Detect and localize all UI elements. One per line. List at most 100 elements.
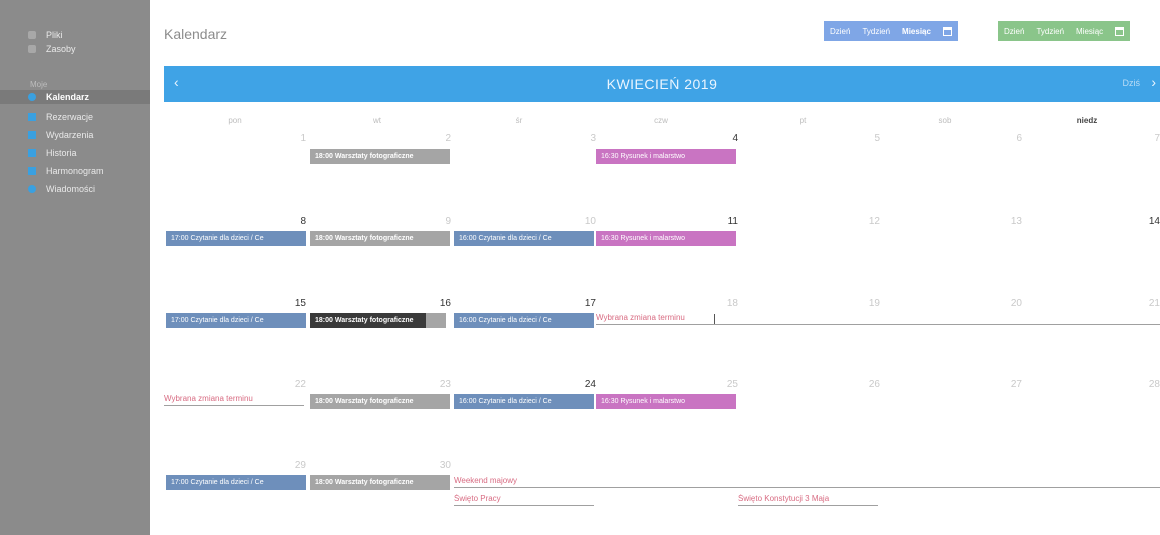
- calendar-text-event[interactable]: Święto Konstytucji 3 Maja: [738, 494, 878, 506]
- calendar-event[interactable]: 16:30 Rysunek i malarstwo: [596, 231, 736, 246]
- day-number[interactable]: 13: [1002, 216, 1022, 227]
- calendar-event[interactable]: 16:00 Czytanie dla dzieci / Ce: [454, 394, 594, 409]
- month-view-button[interactable]: Miesiąc: [896, 21, 937, 41]
- week-view-button[interactable]: Tydzień: [856, 21, 897, 41]
- calendar-app: Pliki Zasoby Moje Kalendarz Rezerwacje W…: [0, 0, 1160, 535]
- day-number[interactable]: 7: [1140, 133, 1160, 144]
- weekday-header: pt: [799, 116, 807, 125]
- today-button[interactable]: Dziś: [1123, 78, 1141, 88]
- history-icon: [28, 149, 36, 157]
- calendar-picker-button[interactable]: [936, 21, 958, 41]
- day-number[interactable]: 29: [286, 460, 306, 471]
- sidebar-section-label: Moje: [30, 80, 48, 89]
- sidebar-item-history[interactable]: Historia: [0, 146, 150, 160]
- file-icon: [28, 31, 36, 39]
- day-number[interactable]: 26: [860, 379, 880, 390]
- weekday-header: niedz: [1076, 116, 1098, 125]
- day-number[interactable]: 20: [1002, 298, 1022, 309]
- bookmark-icon: [28, 113, 36, 121]
- month-view-button-2[interactable]: Miesiąc: [1070, 21, 1110, 41]
- calendar-event[interactable]: 16:30 Rysunek i malarstwo: [596, 149, 736, 164]
- day-number[interactable]: 17: [576, 298, 596, 309]
- sidebar-item-resources[interactable]: Zasoby: [0, 42, 150, 56]
- calendar-event[interactable]: 18:00 Warsztaty fotograficzne: [310, 149, 450, 164]
- calendar-icon: [1115, 26, 1125, 36]
- sidebar-item-label: Kalendarz: [46, 92, 90, 102]
- day-number[interactable]: 2: [431, 133, 451, 144]
- day-number[interactable]: 9: [431, 216, 451, 227]
- day-number[interactable]: 24: [576, 379, 596, 390]
- day-number[interactable]: 11: [718, 216, 738, 227]
- day-number[interactable]: 1: [286, 133, 306, 144]
- calendar-event[interactable]: 18:00 Warsztaty fotograficzne: [310, 231, 450, 246]
- sidebar: Pliki Zasoby Moje Kalendarz Rezerwacje W…: [0, 0, 150, 535]
- day-number[interactable]: 21: [1140, 298, 1160, 309]
- calendar-event[interactable]: 17:00 Czytanie dla dzieci / Ce: [166, 475, 306, 490]
- day-number[interactable]: 28: [1140, 379, 1160, 390]
- calendar-picker-button-2[interactable]: [1109, 21, 1131, 41]
- day-number[interactable]: 25: [718, 379, 738, 390]
- sidebar-item-label: Zasoby: [46, 44, 76, 54]
- sidebar-item-label: Historia: [46, 148, 77, 158]
- weekday-header: pon: [228, 116, 242, 125]
- sidebar-item-files[interactable]: Pliki: [0, 28, 150, 42]
- view-switcher: Dzień Tydzień Miesiąc: [824, 21, 958, 41]
- month-title: KWIECIEŃ 2019: [606, 76, 718, 92]
- sidebar-item-label: Harmonogram: [46, 166, 104, 176]
- day-view-button[interactable]: Dzień: [824, 21, 857, 41]
- calendar-event[interactable]: 17:00 Czytanie dla dzieci / Ce: [166, 231, 306, 246]
- weekday-header: wt: [373, 116, 381, 125]
- calendar-text-event[interactable]: Wybrana zmiana terminu: [164, 394, 304, 406]
- day-number[interactable]: 6: [1002, 133, 1022, 144]
- day-number[interactable]: 30: [431, 460, 451, 471]
- calendar-text-event[interactable]: Wybrana zmiana terminu: [596, 313, 1160, 325]
- day-number[interactable]: 15: [286, 298, 306, 309]
- sidebar-item-calendar[interactable]: Kalendarz: [0, 90, 150, 104]
- day-number[interactable]: 14: [1140, 216, 1160, 227]
- day-number[interactable]: 8: [286, 216, 306, 227]
- calendar-text-event[interactable]: Święto Pracy: [454, 494, 594, 506]
- calendar-event[interactable]: 16:30 Rysunek i malarstwo: [596, 394, 736, 409]
- calendar-event[interactable]: 17:00 Czytanie dla dzieci / Ce: [166, 313, 306, 328]
- calendar-icon: [942, 26, 952, 36]
- day-number[interactable]: 3: [576, 133, 596, 144]
- sidebar-item-messages[interactable]: Wiadomości: [0, 182, 150, 196]
- page-title: Kalendarz: [164, 26, 228, 42]
- weekday-header: czw: [654, 116, 668, 125]
- calendar-event[interactable]: 16:00 Czytanie dla dzieci / Ce: [454, 231, 594, 246]
- day-number[interactable]: 12: [860, 216, 880, 227]
- weekday-header: śr: [515, 116, 523, 125]
- day-number[interactable]: 10: [576, 216, 596, 227]
- message-icon: [28, 185, 36, 193]
- month-navigation-bar: ‹ KWIECIEŃ 2019 Dziś ›: [164, 66, 1160, 102]
- calendar-event[interactable]: 18:00 Warsztaty fotograficzne: [310, 394, 450, 409]
- day-number[interactable]: 23: [431, 379, 451, 390]
- day-number[interactable]: 16: [431, 298, 451, 309]
- sidebar-item-label: Wiadomości: [46, 184, 96, 194]
- day-number[interactable]: 27: [1002, 379, 1022, 390]
- day-number[interactable]: 22: [286, 379, 306, 390]
- day-number[interactable]: 18: [718, 298, 738, 309]
- text-cursor: [714, 314, 715, 324]
- calendar-event-continuation: [426, 313, 446, 328]
- calendar-event[interactable]: 16:00 Czytanie dla dzieci / Ce: [454, 313, 594, 328]
- calendar-text-event[interactable]: Weekend majowy: [454, 476, 1160, 488]
- day-number[interactable]: 19: [860, 298, 880, 309]
- sidebar-item-label: Rezerwacje: [46, 112, 94, 122]
- sidebar-item-reservations[interactable]: Rezerwacje: [0, 110, 150, 124]
- day-view-button-2[interactable]: Dzień: [998, 21, 1031, 41]
- week-view-button-2[interactable]: Tydzień: [1030, 21, 1071, 41]
- event-icon: [28, 131, 36, 139]
- sidebar-item-label: Pliki: [46, 30, 63, 40]
- calendar-event-selected[interactable]: 18:00 Warsztaty fotograficzne: [310, 313, 426, 328]
- sidebar-item-schedule[interactable]: Harmonogram: [0, 164, 150, 178]
- sidebar-item-label: Wydarzenia: [46, 130, 94, 140]
- calendar-event[interactable]: 18:00 Warsztaty fotograficzne: [310, 475, 450, 490]
- day-number[interactable]: 5: [860, 133, 880, 144]
- resources-icon: [28, 45, 36, 53]
- sidebar-item-events[interactable]: Wydarzenia: [0, 128, 150, 142]
- day-number[interactable]: 4: [718, 133, 738, 144]
- next-month-button[interactable]: ›: [1151, 74, 1156, 90]
- calendar-icon: [28, 93, 36, 101]
- schedule-icon: [28, 167, 36, 175]
